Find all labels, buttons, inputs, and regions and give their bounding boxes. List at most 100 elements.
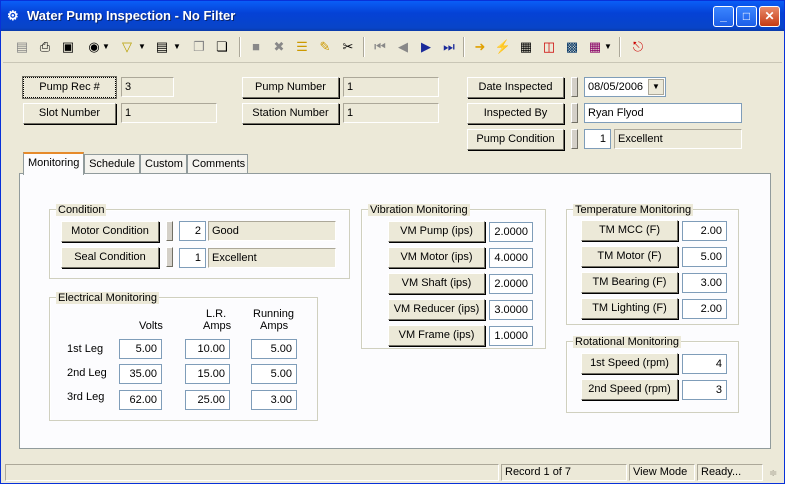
pump-rec-button[interactable]: Pump Rec # <box>22 76 117 99</box>
tm-lighting-field[interactable]: 2.00 <box>682 299 727 319</box>
vm-shaft-field[interactable]: 2.0000 <box>489 274 533 294</box>
chevron-down-icon[interactable]: ▼ <box>648 79 664 95</box>
pump-number-button[interactable]: Pump Number <box>242 77 339 98</box>
date-inspected-value: 08/05/2006 <box>588 81 644 93</box>
motor-condition-field: Good <box>208 221 336 241</box>
volts-column-header: Volts <box>139 320 163 332</box>
list-icon[interactable]: ▤ <box>11 36 33 58</box>
lr-amps-field[interactable]: 25.00 <box>185 390 230 410</box>
books-icon[interactable]: ☰ <box>291 36 313 58</box>
lightning-icon[interactable]: ⚡ <box>492 36 514 58</box>
pump-condition-code-field[interactable]: 1 <box>584 129 611 149</box>
last-record-icon[interactable]: ⏭ <box>438 36 460 58</box>
running-amps-field[interactable]: 5.00 <box>251 364 297 384</box>
previous-record-icon[interactable]: ◀ <box>392 36 414 58</box>
next-record-icon[interactable]: ▶ <box>415 36 437 58</box>
maximize-button[interactable]: □ <box>736 6 757 27</box>
window-icon[interactable]: ❏ <box>211 36 233 58</box>
chart-icon[interactable]: ▩ <box>561 36 583 58</box>
vm-reducer-field[interactable]: 3.0000 <box>489 300 533 320</box>
seal-condition-button[interactable]: Seal Condition <box>61 247 159 268</box>
copy-icon[interactable]: ❐ <box>188 36 210 58</box>
vm-reducer-button[interactable]: VM Reducer (ips) <box>388 299 485 320</box>
lr-amps-field[interactable]: 15.00 <box>185 364 230 384</box>
vm-motor-button[interactable]: VM Motor (ips) <box>388 247 485 268</box>
minimize-button[interactable]: _ <box>713 6 734 27</box>
slot-number-field[interactable]: 1 <box>121 103 217 123</box>
vm-frame-field[interactable]: 1.0000 <box>489 326 533 346</box>
main-window: ⚙ Water Pump Inspection - No Filter _ □ … <box>0 0 785 484</box>
second-speed-field[interactable]: 3 <box>682 380 727 400</box>
date-inspected-button[interactable]: Date Inspected <box>467 77 564 98</box>
form-icon[interactable]: ▤ <box>151 36 173 58</box>
first-speed-button[interactable]: 1st Speed (rpm) <box>581 353 678 374</box>
second-speed-button[interactable]: 2nd Speed (rpm) <box>581 379 678 400</box>
vm-shaft-button[interactable]: VM Shaft (ips) <box>388 273 485 294</box>
dropdown-arrow-icon[interactable]: ▼ <box>101 36 111 58</box>
dropdown-arrow-icon[interactable]: ▼ <box>137 36 147 58</box>
first-speed-field[interactable]: 4 <box>682 354 727 374</box>
filter-icon[interactable]: ▽ <box>116 36 138 58</box>
separator <box>463 37 465 57</box>
status-blank-cell <box>5 464 499 481</box>
vm-frame-button[interactable]: VM Frame (ips) <box>388 325 485 346</box>
row-indicator <box>571 103 578 123</box>
separator <box>619 37 621 57</box>
view-mode: View Mode <box>629 464 695 481</box>
pump-rec-field[interactable]: 3 <box>121 77 174 97</box>
row-indicator <box>166 221 173 241</box>
pump-number-field[interactable]: 1 <box>343 77 439 97</box>
tm-lighting-button[interactable]: TM Lighting (F) <box>581 298 678 319</box>
vm-pump-field[interactable]: 2.0000 <box>489 222 533 242</box>
go-to-icon[interactable]: ➜ <box>469 36 491 58</box>
title-bar[interactable]: ⚙ Water Pump Inspection - No Filter _ □ … <box>1 1 784 31</box>
vm-motor-field[interactable]: 4.0000 <box>489 248 533 268</box>
volts-field[interactable]: 35.00 <box>119 364 162 384</box>
dropdown-arrow-icon[interactable]: ▼ <box>172 36 182 58</box>
scissors-icon[interactable]: ✂ <box>337 36 359 58</box>
dropdown-arrow-icon[interactable]: ▼ <box>603 36 613 58</box>
tab-custom[interactable]: Custom <box>140 154 187 174</box>
tab-schedule[interactable]: Schedule <box>84 154 140 174</box>
print-icon[interactable]: ⎙ <box>34 36 56 58</box>
lr-column-header: L.R. <box>206 308 227 320</box>
tm-mcc-button[interactable]: TM MCC (F) <box>581 220 678 241</box>
hierarchy-icon[interactable]: ◫ <box>538 36 560 58</box>
station-number-button[interactable]: Station Number <box>242 103 339 124</box>
first-record-icon[interactable]: ⏮ <box>369 36 391 58</box>
resize-grip-icon[interactable]: ≑ <box>769 468 777 480</box>
close-button[interactable]: ✕ <box>759 6 780 27</box>
date-inspected-select[interactable]: 08/05/2006 ▼ <box>584 77 666 97</box>
temperature-group-title: Temperature Monitoring <box>573 204 694 216</box>
delete-icon[interactable]: ✖ <box>268 36 290 58</box>
volts-field[interactable]: 5.00 <box>119 339 162 359</box>
motor-condition-button[interactable]: Motor Condition <box>61 221 159 242</box>
volts-field[interactable]: 62.00 <box>119 390 162 410</box>
tm-motor-button[interactable]: TM Motor (F) <box>581 246 678 267</box>
report-icon[interactable]: ▦ <box>515 36 537 58</box>
station-number-field[interactable]: 1 <box>343 103 439 123</box>
inspected-by-button[interactable]: Inspected By <box>467 103 564 124</box>
motor-condition-code-field[interactable]: 2 <box>179 221 206 241</box>
separator <box>239 37 241 57</box>
lr-amps-field[interactable]: 10.00 <box>185 339 230 359</box>
seal-condition-code-field[interactable]: 1 <box>179 248 206 268</box>
inspected-by-field[interactable]: Ryan Flyod <box>584 103 742 123</box>
pencil-icon[interactable]: ✎ <box>314 36 336 58</box>
vm-pump-button[interactable]: VM Pump (ips) <box>388 221 485 242</box>
exit-icon[interactable]: ⎋ <box>627 36 649 58</box>
running-amps-field[interactable]: 3.00 <box>251 390 297 410</box>
tm-mcc-field[interactable]: 2.00 <box>682 221 727 241</box>
pump-condition-button[interactable]: Pump Condition <box>467 129 564 150</box>
tm-motor-field[interactable]: 5.00 <box>682 247 727 267</box>
window-title: Water Pump Inspection - No Filter <box>27 8 236 23</box>
slot-number-button[interactable]: Slot Number <box>23 103 116 124</box>
running-amps-field[interactable]: 5.00 <box>251 339 297 359</box>
tab-comments[interactable]: Comments <box>187 154 248 174</box>
tm-bearing-button[interactable]: TM Bearing (F) <box>581 272 678 293</box>
leg-label: 1st Leg <box>67 343 104 355</box>
print-preview-icon[interactable]: ▣ <box>57 36 79 58</box>
tab-monitoring[interactable]: Monitoring <box>23 152 84 175</box>
tm-bearing-field[interactable]: 3.00 <box>682 273 727 293</box>
save-icon[interactable]: ■ <box>245 36 267 58</box>
